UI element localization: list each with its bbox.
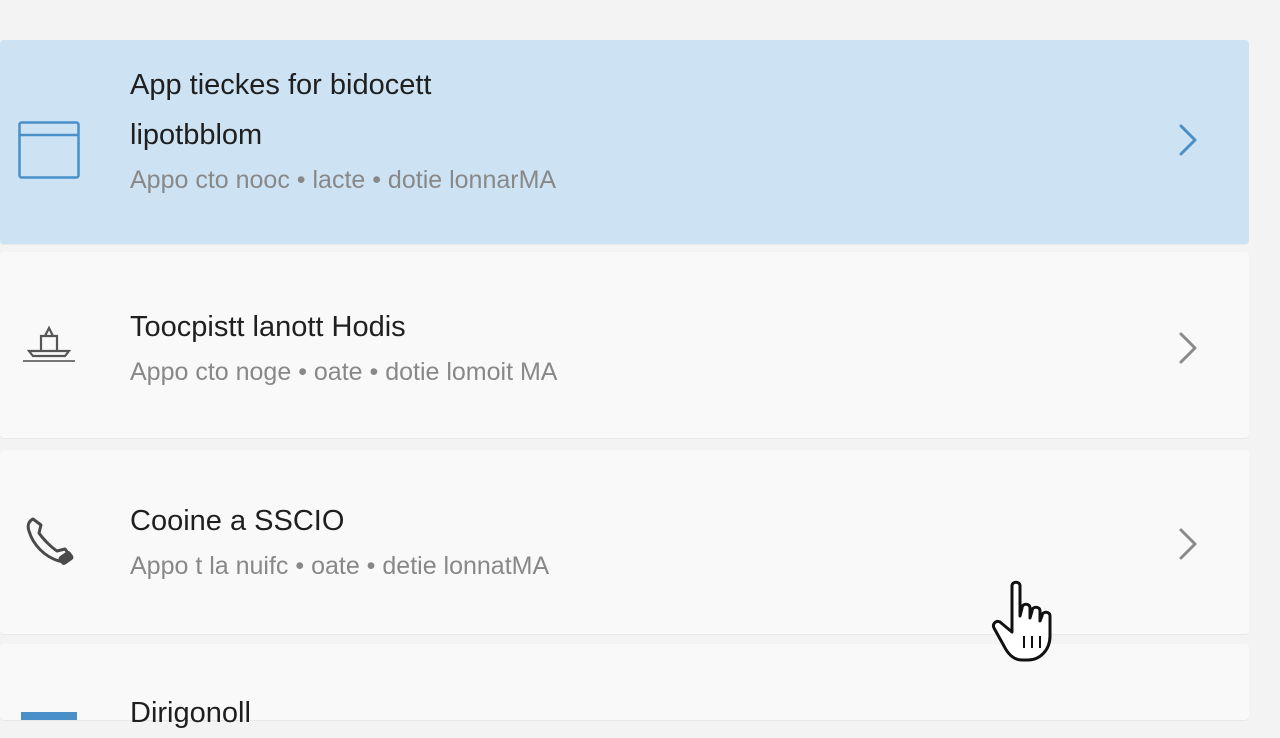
- list-item-subtitle: Appo cto noge • oate • dotie lomoit MA: [130, 358, 558, 386]
- list-item-app-tieckes[interactable]: App tieckes for bidocett lipotbblom Appo…: [0, 40, 1249, 244]
- list-item-title: App tieckes for bidocett: [130, 69, 432, 101]
- list-item-title-line2: lipotbblom: [130, 119, 263, 151]
- phone-icon: [18, 510, 80, 572]
- list-item-subtitle: Appo cto nooc • lacte • dotie lonnarMA: [130, 166, 557, 194]
- chevron-right-icon: [1173, 328, 1203, 368]
- list-item-cooine[interactable]: Cooine a SSCIO Appo t la nuifc • oate • …: [0, 450, 1249, 634]
- settings-list: App tieckes for bidocett lipotbblom Appo…: [0, 0, 1280, 729]
- chevron-right-icon: [1173, 524, 1203, 564]
- list-item-title: Cooine a SSCIO: [130, 505, 345, 537]
- chevron-right-icon: [1173, 120, 1203, 160]
- boat-icon: [18, 310, 80, 372]
- list-item-toocpistt[interactable]: Toocpistt lanott Hodis Appo cto noge • o…: [0, 252, 1249, 438]
- list-item-dirigonoll[interactable]: Dirigonoll: [0, 644, 1249, 729]
- list-item-subtitle: Appo t la nuifc • oate • detie lonnatMA: [130, 552, 550, 580]
- list-item-title: Dirigonoll: [130, 697, 251, 729]
- window-icon: [18, 119, 80, 181]
- window-icon: [18, 704, 80, 720]
- list-item-title: Toocpistt lanott Hodis: [130, 311, 406, 343]
